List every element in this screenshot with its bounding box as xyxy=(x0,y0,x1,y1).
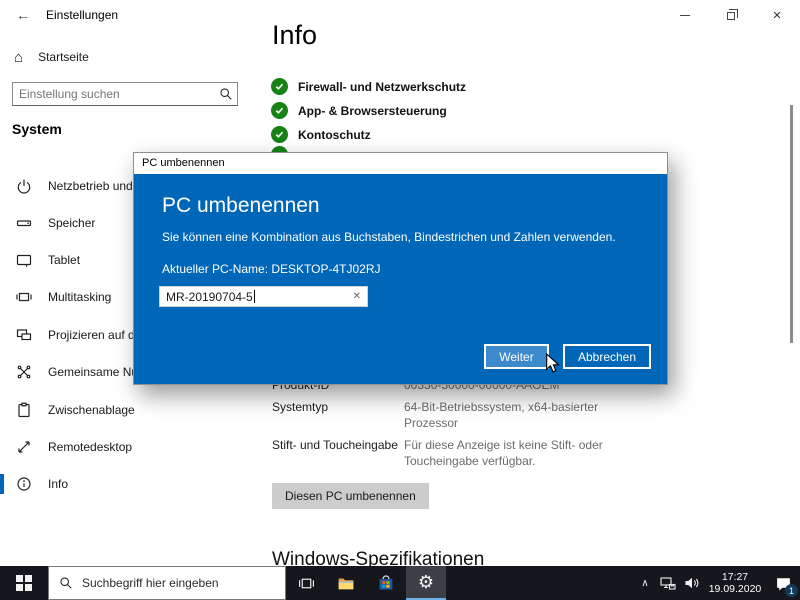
dialog-heading: PC umbenennen xyxy=(162,194,320,217)
page-title: Info xyxy=(272,20,318,50)
settings-search-input[interactable] xyxy=(13,87,215,101)
windows-logo-icon xyxy=(16,575,32,591)
detail-label: Stift- und Toucheingabe xyxy=(272,438,398,452)
search-icon xyxy=(215,87,237,101)
taskbar: Suchbegriff hier eingeben ⚙ ∧ 17:27 19.0… xyxy=(0,566,800,600)
dialog-titlebar[interactable]: PC umbenennen xyxy=(134,153,667,174)
close-icon: ✕ xyxy=(772,9,782,22)
sidebar-item-multitasking[interactable]: Multitasking xyxy=(16,287,111,307)
sidebar-home-label: Startseite xyxy=(38,50,89,64)
sidebar-item-label: Multitasking xyxy=(48,290,112,304)
sidebar-item-tablet[interactable]: Tablet xyxy=(16,250,80,270)
search-icon xyxy=(60,577,72,589)
sidebar-item-label: Tablet xyxy=(48,253,81,267)
detail-value: Für diese Anzeige ist keine Stift- oder … xyxy=(404,438,603,468)
mouse-cursor xyxy=(546,352,561,379)
project-icon xyxy=(16,327,32,343)
list-item[interactable]: Kontoschutz xyxy=(271,126,466,143)
clock-date: 19.09.2020 xyxy=(708,583,762,595)
tablet-icon xyxy=(16,252,32,268)
screen: ← Einstellungen ✕ ⌂ Startseite System Ne… xyxy=(0,0,800,600)
taskbar-search-box[interactable]: Suchbegriff hier eingeben xyxy=(48,566,286,600)
taskbar-clock[interactable]: 17:27 19.09.2020 xyxy=(704,571,766,595)
sidebar-item-remote-desktop[interactable]: Remotedesktop xyxy=(16,437,132,457)
power-icon xyxy=(16,178,32,194)
clock-time: 17:27 xyxy=(721,571,749,583)
detail-label: Systemtyp xyxy=(272,400,329,414)
text-caret xyxy=(253,290,255,303)
start-button[interactable] xyxy=(0,566,48,600)
rename-pc-button[interactable]: Diesen PC umbenennen xyxy=(272,483,429,509)
volume-icon[interactable] xyxy=(680,575,704,591)
sidebar-item-storage[interactable]: Speicher xyxy=(16,213,95,233)
current-pc-name-label: Aktueller PC-Name: DESKTOP-4TJ02RJ xyxy=(162,262,381,276)
share-icon xyxy=(16,364,32,380)
list-item[interactable]: App- & Browsersteuerung xyxy=(271,102,466,119)
clear-input-icon[interactable]: ✕ xyxy=(353,291,361,302)
windows-spec-heading: Windows-Spezifikationen xyxy=(272,549,485,566)
clipboard-icon xyxy=(16,402,32,418)
sidebar-item-info[interactable]: Info xyxy=(16,474,68,494)
sidebar-item-clipboard[interactable]: Zwischenablage xyxy=(16,400,135,420)
system-tray: ∧ 17:27 19.09.2020 1 xyxy=(634,566,800,600)
action-center-button[interactable]: 1 xyxy=(766,566,800,600)
cancel-button[interactable]: Abbrechen xyxy=(563,344,651,369)
notification-badge: 1 xyxy=(785,584,798,597)
security-item-label: Firewall- und Netzwerkschutz xyxy=(298,79,467,94)
dialog-body: PC umbenennen Sie können eine Kombinatio… xyxy=(134,174,667,384)
restore-button[interactable] xyxy=(708,0,754,30)
security-status-list: Firewall- und Netzwerkschutz App- & Brow… xyxy=(271,78,466,150)
file-explorer-button[interactable] xyxy=(326,566,366,600)
security-item-label: Kontoschutz xyxy=(298,127,371,142)
dialog-description: Sie können eine Kombination aus Buchstab… xyxy=(162,230,616,244)
check-circle-icon xyxy=(271,126,288,143)
store-button[interactable] xyxy=(366,566,406,600)
detail-row-system-type: Systemtyp 64-Bit-Betriebssystem, x64-bas… xyxy=(272,399,622,431)
multitasking-icon xyxy=(16,289,32,305)
info-icon xyxy=(16,476,32,492)
home-icon: ⌂ xyxy=(14,48,24,66)
gear-icon: ⚙ xyxy=(417,572,435,592)
restore-icon xyxy=(727,9,738,20)
close-button[interactable]: ✕ xyxy=(754,0,800,30)
detail-row-pen-touch: Stift- und Toucheingabe Für diese Anzeig… xyxy=(272,437,622,469)
security-item-label: App- & Browsersteuerung xyxy=(298,103,447,118)
sidebar-item-label: Info xyxy=(48,477,69,491)
window-title: Einstellungen xyxy=(46,8,119,22)
scrollbar-thumb[interactable] xyxy=(790,105,793,343)
selected-item-accent-bar xyxy=(0,474,4,494)
sidebar-section-title: System xyxy=(12,121,62,137)
list-item[interactable]: Firewall- und Netzwerkschutz xyxy=(271,78,466,95)
pc-name-input[interactable]: MR-20190704-5 ✕ xyxy=(159,286,368,307)
taskbar-search-placeholder: Suchbegriff hier eingeben xyxy=(82,576,219,590)
file-explorer-icon xyxy=(338,578,354,590)
store-icon xyxy=(379,575,393,590)
check-circle-icon xyxy=(271,78,288,95)
settings-app-button[interactable]: ⚙ xyxy=(406,566,446,600)
check-circle-icon xyxy=(271,102,288,119)
task-view-icon xyxy=(298,578,314,588)
window-controls: ✕ xyxy=(662,0,800,30)
minimize-icon xyxy=(680,14,690,16)
detail-value: 64-Bit-Betriebssystem, x64-basierter Pro… xyxy=(404,400,599,430)
network-icon[interactable] xyxy=(656,575,680,591)
storage-icon xyxy=(16,215,32,231)
minimize-button[interactable] xyxy=(662,0,708,30)
rename-pc-dialog: PC umbenennen PC umbenennen Sie können e… xyxy=(133,152,668,385)
sidebar-item-home[interactable]: ⌂ Startseite xyxy=(14,47,89,67)
back-icon[interactable]: ← xyxy=(0,7,46,23)
sidebar-item-label: Remotedesktop xyxy=(48,440,133,454)
next-button[interactable]: Weiter xyxy=(484,344,549,369)
sidebar-item-label: Speicher xyxy=(48,216,96,230)
task-view-button[interactable] xyxy=(286,566,326,600)
remote-desktop-icon xyxy=(16,439,32,455)
sidebar-item-label: Zwischenablage xyxy=(48,403,135,417)
settings-search-box[interactable] xyxy=(12,82,238,106)
pc-name-input-value: MR-20190704-5 xyxy=(166,289,253,304)
tray-chevron-up-icon[interactable]: ∧ xyxy=(634,578,656,589)
